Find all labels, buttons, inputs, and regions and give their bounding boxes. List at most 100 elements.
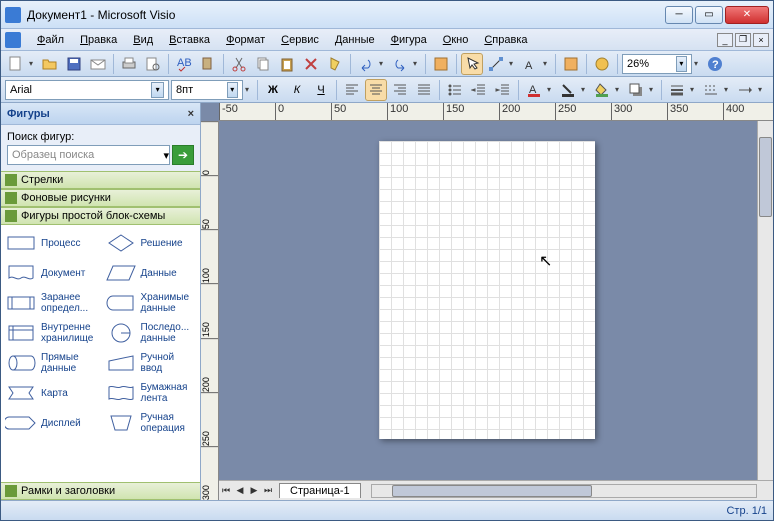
shape-item[interactable]: Заранее определ...: [3, 289, 99, 317]
shape-item[interactable]: Внутренне хранилище: [3, 319, 99, 347]
font-size-combo[interactable]: ▾: [171, 80, 243, 100]
menu-файл[interactable]: Файл: [29, 32, 72, 48]
zoom-split-dropdown[interactable]: ▾: [694, 59, 702, 68]
align-center-button[interactable]: [365, 79, 387, 101]
menu-фигура[interactable]: Фигура: [383, 32, 435, 48]
text-dropdown[interactable]: ▾: [543, 59, 551, 68]
shadow-button[interactable]: [625, 79, 647, 101]
shapes-window-button[interactable]: [430, 53, 452, 75]
format-painter-button[interactable]: [324, 53, 346, 75]
shape-icon: [5, 351, 37, 375]
horizontal-scrollbar[interactable]: [371, 484, 757, 498]
shape-item[interactable]: Хранимые данные: [103, 289, 199, 317]
font-name-combo[interactable]: ▾: [5, 80, 169, 100]
shape-search-input[interactable]: ▾: [7, 145, 170, 165]
line-pattern-button[interactable]: [700, 79, 722, 101]
zoom-dropdown[interactable]: ▾: [676, 56, 687, 72]
shape-item[interactable]: Данные: [103, 259, 199, 287]
mail-button[interactable]: [87, 53, 109, 75]
tab-prev-button[interactable]: ◀: [233, 483, 247, 499]
align-left-button[interactable]: [341, 79, 363, 101]
search-go-button[interactable]: ➔: [172, 145, 194, 165]
line-color-button[interactable]: [557, 79, 579, 101]
decrease-indent-button[interactable]: [468, 79, 490, 101]
ink-button[interactable]: [560, 53, 582, 75]
menu-окно[interactable]: Окно: [435, 32, 477, 48]
new-dropdown[interactable]: ▾: [29, 59, 37, 68]
align-right-button[interactable]: [389, 79, 411, 101]
copy-button[interactable]: [252, 53, 274, 75]
vertical-ruler[interactable]: 300250200150100500: [201, 121, 219, 500]
shape-item[interactable]: Прямые данные: [3, 349, 99, 377]
connector-dropdown[interactable]: ▾: [509, 59, 517, 68]
undo-button[interactable]: [355, 53, 377, 75]
menu-справка[interactable]: Справка: [476, 32, 535, 48]
shape-item[interactable]: Решение: [103, 229, 199, 257]
page-tab[interactable]: Страница-1: [279, 483, 361, 498]
menu-правка[interactable]: Правка: [72, 32, 125, 48]
drawing-canvas[interactable]: ↖: [219, 121, 757, 480]
print-button[interactable]: [118, 53, 140, 75]
maximize-button[interactable]: ▭: [695, 6, 723, 24]
stencil-bar[interactable]: Фигуры простой блок-схемы: [1, 207, 200, 225]
increase-indent-button[interactable]: [492, 79, 514, 101]
redo-dropdown[interactable]: ▾: [413, 59, 421, 68]
visio-icon[interactable]: [5, 32, 21, 48]
open-button[interactable]: [39, 53, 61, 75]
menu-вид[interactable]: Вид: [125, 32, 161, 48]
panel-close-button[interactable]: ×: [188, 108, 194, 120]
shape-item[interactable]: Документ: [3, 259, 99, 287]
new-button[interactable]: [5, 53, 27, 75]
tab-last-button[interactable]: ⏭: [261, 483, 275, 499]
align-justify-button[interactable]: [413, 79, 435, 101]
undo-dropdown[interactable]: ▾: [379, 59, 387, 68]
stencil-bar[interactable]: Фоновые рисунки: [1, 189, 200, 207]
vertical-scrollbar[interactable]: [757, 121, 773, 480]
help-button[interactable]: ?: [704, 53, 726, 75]
menu-вставка[interactable]: Вставка: [161, 32, 218, 48]
paste-button[interactable]: [276, 53, 298, 75]
tab-first-button[interactable]: ⏮: [219, 483, 233, 499]
menu-сервис[interactable]: Сервис: [273, 32, 327, 48]
research-button[interactable]: [197, 53, 219, 75]
theme-button[interactable]: [591, 53, 613, 75]
delete-button[interactable]: [300, 53, 322, 75]
redo-button[interactable]: [389, 53, 411, 75]
minimize-button[interactable]: ─: [665, 6, 693, 24]
bold-button[interactable]: Ж: [262, 79, 284, 101]
text-tool-button[interactable]: A: [519, 53, 541, 75]
stencil-bar[interactable]: Рамки и заголовки: [1, 482, 200, 500]
drawing-page[interactable]: [379, 141, 595, 439]
shape-item[interactable]: Карта: [3, 379, 99, 407]
save-button[interactable]: [63, 53, 85, 75]
shape-item[interactable]: Дисплей: [3, 409, 99, 437]
line-weight-button[interactable]: [666, 79, 688, 101]
underline-button[interactable]: Ч: [310, 79, 332, 101]
window-title: Документ1 - Microsoft Visio: [27, 8, 665, 22]
close-button[interactable]: ✕: [725, 6, 769, 24]
mdi-close-button[interactable]: ×: [753, 33, 769, 47]
shape-item[interactable]: Ручная операция: [103, 409, 199, 437]
font-color-button[interactable]: A: [523, 79, 545, 101]
menu-данные[interactable]: Данные: [327, 32, 383, 48]
print-preview-button[interactable]: [142, 53, 164, 75]
line-ends-button[interactable]: [734, 79, 756, 101]
tab-next-button[interactable]: ▶: [247, 483, 261, 499]
connector-tool-button[interactable]: [485, 53, 507, 75]
cut-button[interactable]: [228, 53, 250, 75]
bullets-button[interactable]: [444, 79, 466, 101]
menu-формат[interactable]: Формат: [218, 32, 273, 48]
mdi-restore-button[interactable]: ❐: [735, 33, 751, 47]
stencil-bar[interactable]: Стрелки: [1, 171, 200, 189]
italic-button[interactable]: К: [286, 79, 308, 101]
mdi-minimize-button[interactable]: _: [717, 33, 733, 47]
pointer-tool-button[interactable]: [461, 53, 483, 75]
fill-color-button[interactable]: [591, 79, 613, 101]
shape-item[interactable]: Бумажная лента: [103, 379, 199, 407]
spellcheck-button[interactable]: ABC: [173, 53, 195, 75]
shape-item[interactable]: Процесс: [3, 229, 99, 257]
shape-item[interactable]: Последо... данные: [103, 319, 199, 347]
zoom-combo[interactable]: ▾: [622, 54, 692, 74]
horizontal-ruler[interactable]: -50050100150200250300350400450500: [219, 103, 773, 121]
shape-item[interactable]: Ручной ввод: [103, 349, 199, 377]
